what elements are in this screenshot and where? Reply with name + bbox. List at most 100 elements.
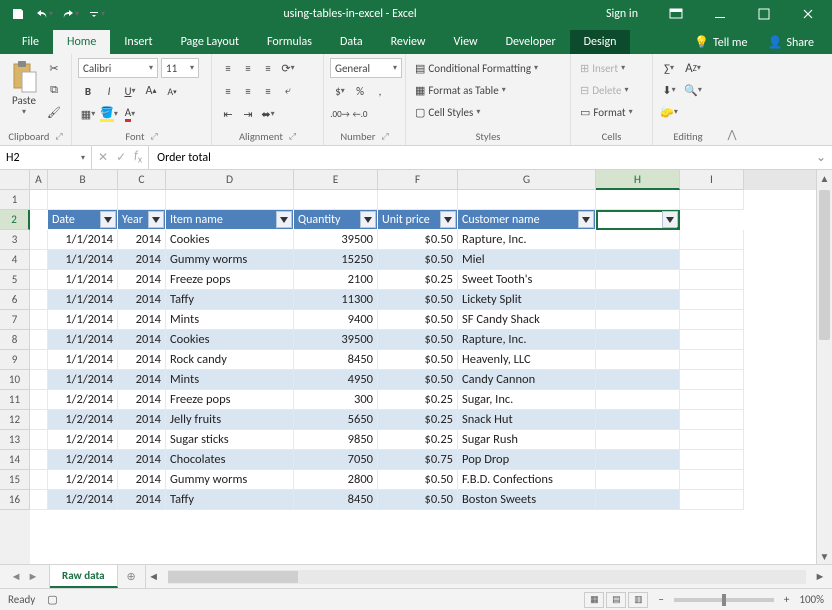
table-cell[interactable]: 2014 — [118, 330, 166, 350]
table-cell[interactable]: Candy Cannon — [458, 370, 596, 390]
filter-dropdown-icon[interactable] — [148, 211, 164, 228]
underline-icon[interactable]: U▾ — [120, 81, 140, 101]
border-icon[interactable]: ▦▾ — [78, 104, 98, 124]
cell-styles-button[interactable]: ▢Cell Styles▾ — [412, 102, 483, 122]
tab-file[interactable]: File — [8, 30, 53, 54]
table-cell[interactable]: 2014 — [118, 430, 166, 450]
name-box[interactable]: H2▾ — [0, 146, 92, 169]
table-cell[interactable]: 39500 — [294, 230, 378, 250]
redo-icon[interactable]: ▾ — [58, 2, 82, 26]
increase-decimal-icon[interactable]: .00→ — [330, 104, 350, 124]
table-cell[interactable] — [596, 290, 680, 310]
table-cell[interactable]: 2014 — [118, 470, 166, 490]
merge-icon[interactable]: ⬌▾ — [258, 104, 278, 124]
table-cell[interactable]: Gummy worms — [166, 250, 294, 270]
filter-dropdown-icon[interactable] — [360, 211, 376, 228]
table-cell[interactable]: $0.50 — [378, 290, 458, 310]
filter-dropdown-icon[interactable] — [440, 211, 456, 228]
table-header-cell[interactable]: Date — [48, 210, 118, 230]
row-header[interactable]: 12 — [0, 410, 30, 430]
close-icon[interactable] — [788, 0, 828, 28]
sheet-tab-active[interactable]: Raw data — [50, 565, 118, 588]
dialog-launcher-icon[interactable]: ⤢ — [55, 131, 62, 142]
enter-formula-icon[interactable]: ✓ — [116, 150, 126, 165]
table-cell[interactable]: Rock candy — [166, 350, 294, 370]
share-button[interactable]: 👤Share — [759, 31, 822, 54]
cancel-formula-icon[interactable]: ✕ — [98, 150, 108, 165]
row-header[interactable]: 5 — [0, 270, 30, 290]
table-cell[interactable]: 7050 — [294, 450, 378, 470]
scroll-right-icon[interactable]: ► — [812, 569, 828, 585]
table-cell[interactable] — [596, 330, 680, 350]
find-select-icon[interactable]: 🔍▾ — [683, 80, 703, 100]
table-cell[interactable]: Gummy worms — [166, 470, 294, 490]
table-cell[interactable]: SF Candy Shack — [458, 310, 596, 330]
filter-dropdown-icon[interactable] — [578, 211, 594, 228]
table-cell[interactable]: 1/2/2014 — [48, 450, 118, 470]
orientation-icon[interactable]: ⟳▾ — [278, 58, 298, 78]
percent-icon[interactable]: % — [350, 81, 370, 101]
table-cell[interactable]: 1/1/2014 — [48, 350, 118, 370]
fill-color-icon[interactable]: 🪣▾ — [99, 104, 119, 124]
format-cells-button[interactable]: ▭Format▾ — [577, 102, 636, 122]
table-cell[interactable]: 2014 — [118, 250, 166, 270]
table-cell[interactable]: 2014 — [118, 410, 166, 430]
table-cell[interactable]: 2014 — [118, 310, 166, 330]
tab-formulas[interactable]: Formulas — [253, 30, 326, 54]
table-cell[interactable]: 1/1/2014 — [48, 370, 118, 390]
table-cell[interactable]: Boston Sweets — [458, 490, 596, 510]
tab-data[interactable]: Data — [326, 30, 377, 54]
collapse-ribbon-icon[interactable]: ⋀ — [723, 54, 741, 145]
table-cell[interactable]: $0.50 — [378, 230, 458, 250]
table-cell[interactable]: 8450 — [294, 490, 378, 510]
shrink-font-icon[interactable]: A▾ — [162, 81, 182, 101]
align-left-icon[interactable]: ≡ — [218, 81, 238, 101]
tab-insert[interactable]: Insert — [110, 30, 166, 54]
table-cell[interactable]: 2014 — [118, 350, 166, 370]
table-cell[interactable]: 2014 — [118, 370, 166, 390]
table-cell[interactable]: 1/1/2014 — [48, 290, 118, 310]
table-cell[interactable]: Chocolates — [166, 450, 294, 470]
column-header[interactable]: D — [166, 170, 294, 190]
column-header[interactable]: C — [118, 170, 166, 190]
table-cell[interactable]: $0.50 — [378, 310, 458, 330]
fill-icon[interactable]: ⬇▾ — [659, 80, 679, 100]
table-cell[interactable]: Sugar, Inc. — [458, 390, 596, 410]
table-cell[interactable]: 8450 — [294, 350, 378, 370]
decrease-indent-icon[interactable]: ⇤ — [218, 104, 238, 124]
table-cell[interactable]: 1/1/2014 — [48, 250, 118, 270]
italic-icon[interactable]: I — [99, 81, 119, 101]
tab-home[interactable]: Home — [53, 30, 110, 54]
table-cell[interactable]: $0.50 — [378, 470, 458, 490]
row-header[interactable]: 1 — [0, 190, 30, 210]
delete-cells-button[interactable]: ⊟Delete▾ — [577, 80, 631, 100]
column-header[interactable]: H — [596, 170, 680, 190]
table-cell[interactable] — [596, 350, 680, 370]
row-header[interactable]: 7 — [0, 310, 30, 330]
tab-developer[interactable]: Developer — [492, 30, 570, 54]
formula-input[interactable]: Order total⌄ — [149, 146, 832, 169]
minimize-icon[interactable] — [700, 0, 740, 28]
table-cell[interactable]: $0.25 — [378, 390, 458, 410]
table-cell[interactable]: Freeze pops — [166, 390, 294, 410]
table-header-cell[interactable]: Item name — [166, 210, 294, 230]
table-cell[interactable]: 9400 — [294, 310, 378, 330]
scroll-up-icon[interactable]: ▲ — [817, 170, 832, 186]
new-sheet-icon[interactable]: ⊕ — [118, 565, 146, 588]
clear-icon[interactable]: 🧽▾ — [659, 102, 679, 122]
align-top-icon[interactable]: ≡ — [218, 58, 238, 78]
filter-dropdown-icon[interactable] — [100, 211, 116, 228]
align-right-icon[interactable]: ≡ — [258, 81, 278, 101]
table-header-cell[interactable]: Unit price — [378, 210, 458, 230]
table-cell[interactable] — [596, 430, 680, 450]
row-header[interactable]: 14 — [0, 450, 30, 470]
tab-view[interactable]: View — [440, 30, 492, 54]
table-cell[interactable] — [596, 250, 680, 270]
tab-page-layout[interactable]: Page Layout — [167, 30, 253, 54]
autosum-icon[interactable]: ∑▾ — [659, 58, 679, 78]
table-header-cell[interactable]: Quantity — [294, 210, 378, 230]
row-header[interactable]: 15 — [0, 470, 30, 490]
row-header[interactable]: 3 — [0, 230, 30, 250]
table-cell[interactable] — [596, 390, 680, 410]
hscroll-thumb[interactable] — [168, 571, 298, 583]
